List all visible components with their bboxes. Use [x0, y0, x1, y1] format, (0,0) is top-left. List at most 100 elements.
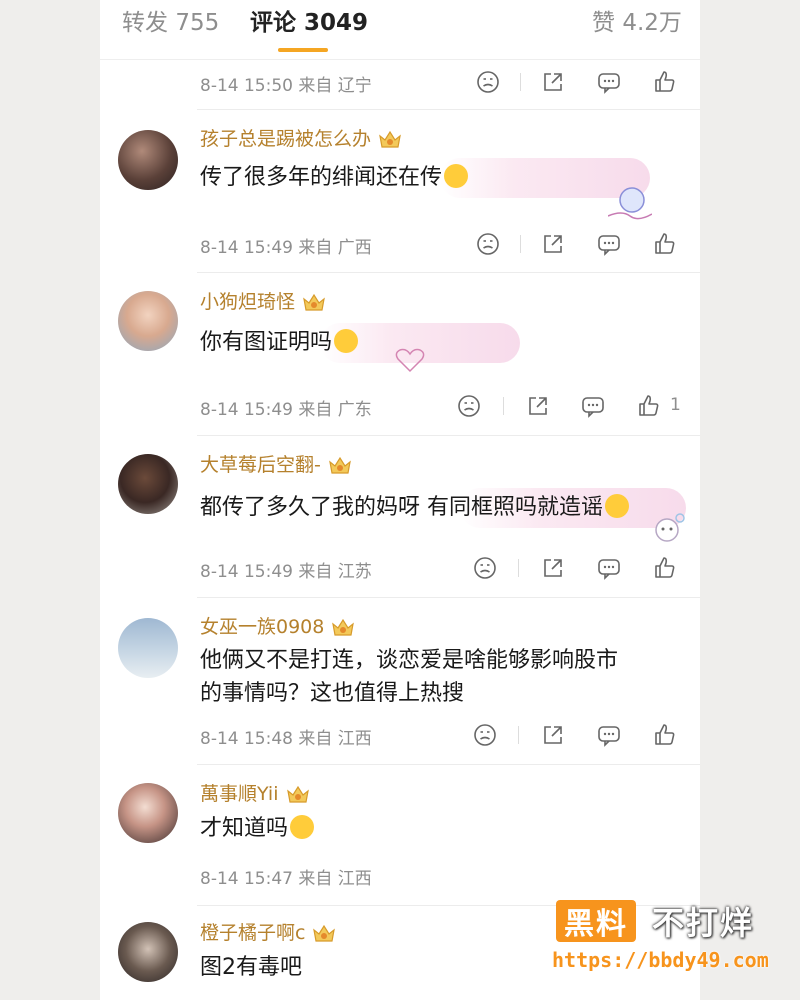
username[interactable]: 萬事順Yii	[200, 781, 279, 807]
share-icon[interactable]	[540, 722, 566, 748]
dislike-icon[interactable]	[472, 555, 498, 581]
crown-badge-icon	[303, 293, 325, 311]
username[interactable]: 橙子橘子啊c	[200, 920, 305, 946]
tab-likes[interactable]: 赞 4.2万	[592, 6, 682, 40]
share-icon[interactable]	[540, 555, 566, 581]
share-icon[interactable]	[540, 69, 566, 95]
avatar[interactable]	[118, 618, 178, 678]
comment-item: 萬事順Yii 才知道吗 8-14 15:47 来自 江西	[100, 765, 700, 905]
like-icon[interactable]	[636, 393, 662, 419]
like-icon[interactable]	[652, 722, 678, 748]
comment-meta-row: 8-14 15:49 来自 广西	[200, 229, 680, 259]
tab-comments[interactable]: 评论 3049	[250, 6, 368, 40]
comment-text: 才知道吗	[200, 813, 315, 844]
laughing-crying-emoji-icon	[444, 164, 469, 188]
tab-comments-label: 评论	[250, 10, 296, 36]
avatar[interactable]	[118, 922, 178, 982]
comment-text: 你有图证明吗	[200, 327, 359, 358]
dislike-icon[interactable]	[475, 231, 501, 257]
laughing-crying-emoji-icon	[334, 329, 359, 353]
reply-icon[interactable]	[596, 231, 622, 257]
cat-sticker-icon	[655, 513, 685, 542]
comment-meta-row: 8-14 15:47 来自 江西	[200, 860, 680, 890]
comment-item: 小狗炟琦怪 你有图证明吗 8-14 15:49 来自 广东 1	[100, 273, 700, 435]
crown-badge-icon	[379, 130, 401, 148]
like-count: 1	[670, 395, 681, 415]
active-tab-indicator	[278, 48, 328, 52]
comment-item: 大草莓后空翻- 都传了多久了我的妈呀 有同框照吗就造谣 8-14 15:49 来…	[100, 436, 700, 598]
user-row: 孩子总是踢被怎么办	[200, 124, 403, 154]
comment-item: 女巫一族0908 他俩又不是打连，谈恋爱是啥能够影响股市 的事情吗？这也值得上热…	[100, 598, 700, 764]
bubble-sticker-icon	[608, 187, 652, 220]
comment-text-line-1: 他俩又不是打连，谈恋爱是啥能够影响股市	[200, 648, 619, 673]
comment-text-content: 才知道吗	[200, 816, 289, 841]
crown-badge-icon	[328, 456, 351, 474]
user-row: 小狗炟琦怪	[200, 287, 327, 317]
watermark-brand-box: 黑料	[564, 907, 628, 942]
comment-text: 传了很多年的绯闻还在传	[200, 162, 469, 193]
action-divider	[503, 397, 504, 415]
crying-emoji-icon	[290, 815, 315, 839]
comments-screen: 转发 755 评论 3049 赞 4.2万 8-14 15:50 来自 辽宁 孩…	[100, 0, 700, 1000]
dislike-icon[interactable]	[456, 393, 482, 419]
share-icon[interactable]	[540, 231, 566, 257]
dislike-icon[interactable]	[472, 722, 498, 748]
reply-icon[interactable]	[596, 555, 622, 581]
action-divider	[520, 235, 521, 253]
crown-badge-icon	[313, 924, 336, 942]
comment-meta-row: 8-14 15:50 来自 辽宁	[200, 67, 680, 97]
username[interactable]: 女巫一族0908	[200, 614, 324, 640]
comment-meta: 8-14 15:50 来自 辽宁	[200, 76, 372, 96]
share-icon[interactable]	[525, 393, 551, 419]
reply-icon[interactable]	[596, 69, 622, 95]
tab-reposts-count: 755	[175, 10, 220, 36]
action-divider	[520, 73, 521, 91]
like-icon[interactable]	[652, 231, 678, 257]
comment-text-content: 你有图证明吗	[200, 330, 333, 355]
username[interactable]: 大草莓后空翻-	[200, 452, 321, 478]
reply-icon[interactable]	[580, 393, 606, 419]
avatar[interactable]	[118, 130, 178, 190]
tab-comments-count: 3049	[304, 10, 369, 36]
comment-text-content: 都传了多久了我的妈呀 有同框照吗就造谣	[200, 495, 603, 520]
comment-text-line-2: 的事情吗？这也值得上热搜	[200, 681, 465, 706]
comment-meta-row: 8-14 15:49 来自 广东 1	[200, 391, 681, 421]
comment-text: 图2有毒吧	[200, 955, 302, 980]
comment-meta: 8-14 15:49 来自 江苏	[200, 562, 372, 582]
comment-meta-row: 8-14 15:48 来自 江西	[200, 720, 680, 750]
tab-reposts-label: 转发	[122, 10, 168, 36]
crown-badge-icon	[286, 785, 309, 803]
user-row: 萬事順Yii	[200, 779, 311, 809]
comment-text: 都传了多久了我的妈呀 有同框照吗就造谣	[200, 492, 629, 523]
tab-bar: 转发 755 评论 3049 赞 4.2万	[100, 0, 700, 60]
tab-likes-label: 赞	[592, 10, 615, 36]
user-row: 女巫一族0908	[200, 612, 356, 642]
crown-badge-icon	[332, 618, 355, 636]
dislike-icon[interactable]	[475, 69, 501, 95]
comment-text-content: 传了很多年的绯闻还在传	[200, 165, 443, 190]
tab-bar-divider	[100, 59, 700, 60]
comment-meta: 8-14 15:49 来自 广东	[200, 400, 372, 420]
action-divider	[518, 726, 519, 744]
user-row: 大草莓后空翻-	[200, 450, 353, 480]
comment-item: 孩子总是踢被怎么办 传了很多年的绯闻还在传 8-14 15:49 来自 广西	[100, 110, 700, 272]
watermark-url: https://bbdy49.com	[552, 948, 769, 972]
watermark-logo: 黑料	[556, 900, 636, 942]
comment-meta: 8-14 15:48 来自 江西	[200, 729, 372, 749]
like-icon[interactable]	[652, 555, 678, 581]
like-icon[interactable]	[652, 69, 678, 95]
comment-meta-row: 8-14 15:49 来自 江苏	[200, 553, 680, 583]
username[interactable]: 孩子总是踢被怎么办	[200, 126, 371, 152]
comment-meta: 8-14 15:49 来自 广西	[200, 238, 372, 258]
avatar[interactable]	[118, 783, 178, 843]
smile-emoji-icon	[605, 494, 629, 518]
username[interactable]: 小狗炟琦怪	[200, 289, 295, 315]
tab-likes-count: 4.2万	[622, 10, 682, 36]
heart-sticker-icon	[395, 348, 425, 373]
comment-meta: 8-14 15:47 来自 江西	[200, 869, 372, 889]
watermark-brand-text: 不打烊	[652, 904, 755, 942]
tab-reposts[interactable]: 转发 755	[122, 6, 219, 40]
avatar[interactable]	[118, 291, 178, 351]
reply-icon[interactable]	[596, 722, 622, 748]
avatar[interactable]	[118, 454, 178, 514]
